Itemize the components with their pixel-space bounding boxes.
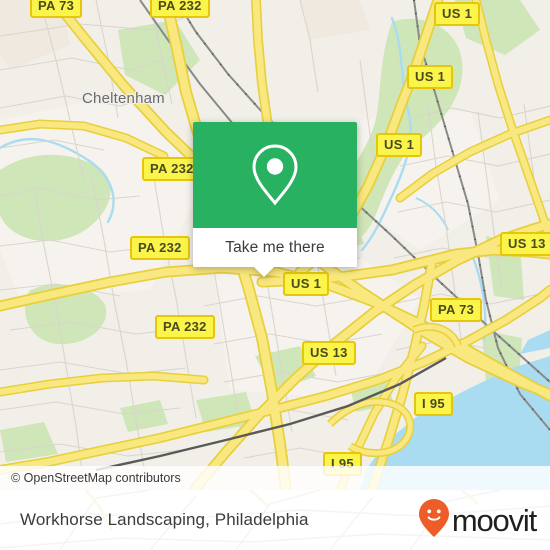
moovit-wordmark: moovit <box>451 502 537 538</box>
take-me-there-button[interactable]: Take me there <box>193 228 357 267</box>
location-pin-icon <box>248 142 302 208</box>
attribution-text: © OpenStreetMap contributors <box>11 471 181 485</box>
road-shield: PA 232 <box>150 0 210 18</box>
road-shield: US 13 <box>302 341 356 365</box>
moovit-smiley-pin-icon <box>418 498 449 542</box>
moovit-logo: moovit <box>418 498 537 542</box>
road-shield: I 95 <box>414 392 453 416</box>
road-shield: PA 73 <box>30 0 83 18</box>
road-shield: US 1 <box>283 272 330 296</box>
map-attribution: © OpenStreetMap contributors <box>0 466 550 490</box>
footer-bar: Workhorse Landscaping, Philadelphia moov… <box>0 490 550 550</box>
place-popup-card[interactable]: Take me there <box>193 122 357 277</box>
road-shield: PA 232 <box>130 236 190 260</box>
map-screenshot: Cheltenham PA 73 PA 232 US 1 US 1 US 1 P… <box>0 0 550 550</box>
place-title: Workhorse Landscaping, Philadelphia <box>20 510 309 529</box>
road-shield: PA 232 <box>155 315 215 339</box>
card-image-area <box>193 122 357 228</box>
map-canvas[interactable]: Cheltenham PA 73 PA 232 US 1 US 1 US 1 P… <box>0 0 550 490</box>
card-pointer-tail <box>253 266 275 277</box>
road-shield: PA 73 <box>430 298 483 322</box>
road-shield: US 1 <box>376 133 423 157</box>
road-shield: US 1 <box>407 65 454 89</box>
road-shield: US 13 <box>500 232 550 256</box>
road-shield: US 1 <box>434 2 481 26</box>
